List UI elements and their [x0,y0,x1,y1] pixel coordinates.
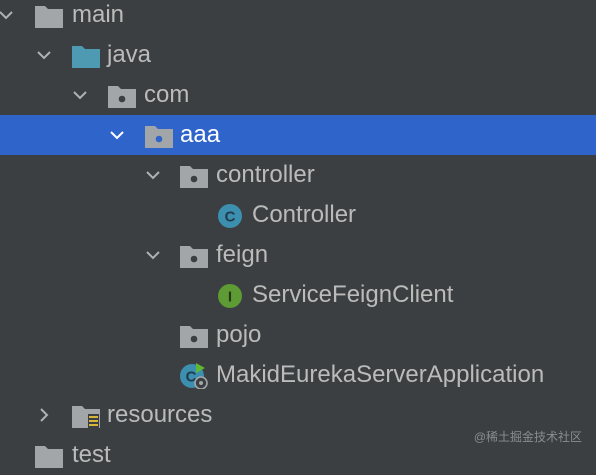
package-icon [144,123,174,149]
tree-item-label: pojo [216,321,262,348]
source-folder-icon [71,43,101,69]
interface-glyph: I [228,289,232,306]
tree-item-label: controller [216,161,315,188]
tree-item-aaa[interactable]: aaa [0,115,596,155]
package-icon [179,323,209,349]
tree-item-main[interactable]: main [0,0,596,35]
tree-item-label: Controller [252,201,357,228]
folder-icon [34,443,64,469]
tree-item-label: MakidEurekaServerApplication [216,361,545,388]
chevron-right-icon[interactable] [36,407,52,423]
tree-item-label: test [72,441,111,468]
tree-item-label: com [144,81,190,108]
tree-item-service-feign-client[interactable]: I ServiceFeignClient [0,275,596,315]
project-tree: main java com aaa controller C Controlle… [0,0,596,475]
tree-item-application[interactable]: C MakidEurekaServerApplication [0,355,596,395]
folder-icon [34,3,64,29]
resources-folder-icon [71,403,101,429]
watermark: @稀土掘金技术社区 [473,430,582,444]
tree-item-label: feign [216,241,269,268]
package-icon [179,243,209,269]
tree-item-label: ServiceFeignClient [252,281,454,308]
tree-item-controller-class[interactable]: C Controller [0,195,596,235]
tree-item-pojo[interactable]: pojo [0,315,596,355]
chevron-down-icon[interactable] [0,7,14,23]
chevron-down-icon[interactable] [109,127,125,143]
chevron-down-icon[interactable] [36,47,52,63]
tree-item-label: aaa [180,121,221,148]
tree-item-controller[interactable]: controller [0,155,596,195]
tree-item-label: resources [107,401,213,428]
chevron-down-icon[interactable] [145,167,161,183]
tree-item-label: main [72,1,125,28]
class-glyph: C [225,209,236,226]
chevron-down-icon[interactable] [145,247,161,263]
package-icon [179,163,209,189]
spring-boot-application-icon: C [179,363,209,389]
class-icon: C [216,203,246,229]
package-icon [107,83,137,109]
tree-item-java[interactable]: java [0,35,596,75]
interface-icon: I [216,283,246,309]
tree-item-feign[interactable]: feign [0,235,596,275]
tree-item-com[interactable]: com [0,75,596,115]
chevron-down-icon[interactable] [72,87,88,103]
tree-item-label: java [107,41,152,68]
